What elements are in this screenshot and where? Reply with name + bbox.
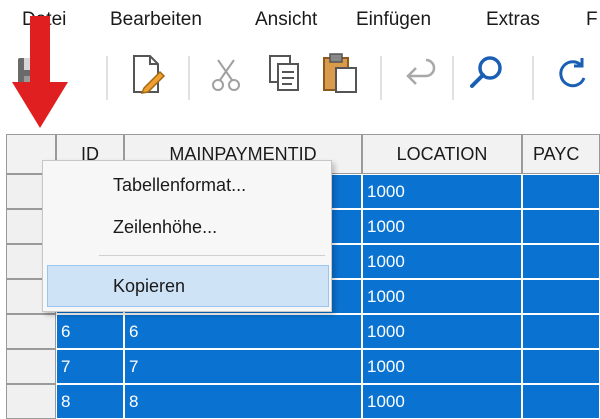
paste-icon[interactable] <box>318 50 362 96</box>
toolbar <box>0 44 600 120</box>
cell-mainpaymentid[interactable]: 7 <box>124 349 362 384</box>
search-icon[interactable] <box>466 52 508 96</box>
cell-id[interactable]: 7 <box>56 349 124 384</box>
menu-f[interactable]: F <box>586 8 598 32</box>
cell-paycode[interactable] <box>522 349 600 384</box>
cell-paycode[interactable] <box>522 244 600 279</box>
menu-einfuegen[interactable]: Einfügen <box>356 8 431 32</box>
column-header-location[interactable]: LOCATION <box>362 134 522 174</box>
context-menu-item-kopieren[interactable]: Kopieren <box>113 274 185 298</box>
cell-id[interactable]: 8 <box>56 384 124 419</box>
menu-bar: Datei Bearbeiten Ansicht Einfügen Extras… <box>0 0 600 44</box>
cell-location[interactable]: 1000 <box>362 384 522 419</box>
refresh-icon[interactable] <box>552 54 592 94</box>
cell-paycode[interactable] <box>522 314 600 349</box>
cell-paycode[interactable] <box>522 279 600 314</box>
cell-location[interactable]: 1000 <box>362 209 522 244</box>
copy-icon[interactable] <box>262 52 304 96</box>
cell-paycode[interactable] <box>522 384 600 419</box>
context-menu-separator <box>99 255 325 256</box>
cell-location[interactable]: 1000 <box>362 244 522 279</box>
menu-bearbeiten[interactable]: Bearbeiten <box>110 8 202 32</box>
cut-icon[interactable] <box>206 54 246 94</box>
edit-document-icon[interactable] <box>126 52 168 96</box>
context-menu: Tabellenformat... Zeilenhöhe... Kopieren <box>42 160 332 312</box>
context-menu-highlight <box>47 265 329 307</box>
cell-mainpaymentid[interactable]: 8 <box>124 384 362 419</box>
row-handle[interactable] <box>6 349 56 384</box>
cell-id[interactable]: 6 <box>56 314 124 349</box>
menu-ansicht[interactable]: Ansicht <box>255 8 317 32</box>
cell-mainpaymentid[interactable]: 6 <box>124 314 362 349</box>
undo-icon[interactable] <box>398 54 438 94</box>
cell-location[interactable]: 1000 <box>362 349 522 384</box>
context-menu-item-tabellenformat[interactable]: Tabellenformat... <box>113 173 246 197</box>
cell-paycode[interactable] <box>522 174 600 209</box>
cell-location[interactable]: 1000 <box>362 174 522 209</box>
cell-location[interactable]: 1000 <box>362 314 522 349</box>
red-arrow-annotation <box>12 16 68 128</box>
cell-paycode[interactable] <box>522 209 600 244</box>
menu-extras[interactable]: Extras <box>486 8 540 32</box>
row-handle[interactable] <box>6 314 56 349</box>
column-header-payc[interactable]: PAYC <box>522 134 600 174</box>
context-menu-item-zeilenhoehe[interactable]: Zeilenhöhe... <box>113 215 217 239</box>
row-handle[interactable] <box>6 384 56 419</box>
cell-location[interactable]: 1000 <box>362 279 522 314</box>
